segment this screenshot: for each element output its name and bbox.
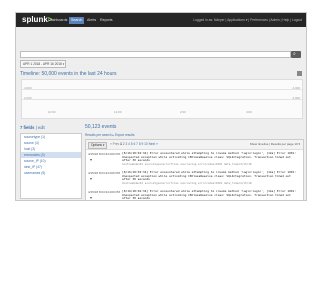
page-link[interactable]: 1 — [120, 142, 122, 146]
results-panel: Options ▾ « Prev 1 2 3 4 5 6 7 8 9 10 Ne… — [85, 139, 304, 201]
page-link[interactable]: 4 — [128, 142, 130, 146]
prev-page-link[interactable]: « Prev — [110, 142, 119, 146]
page-link[interactable]: 10 — [144, 142, 148, 146]
logo-text: splunk — [22, 15, 48, 24]
expand-event-icon[interactable]: ▾ — [90, 196, 92, 200]
next-page-link[interactable]: Next » — [149, 142, 158, 146]
time-range-picker[interactable]: APR 1 2018 - APR 16 2018 ▾ — [20, 60, 66, 68]
page-link[interactable]: 6 — [133, 142, 135, 146]
search-input[interactable] — [20, 51, 291, 58]
event-fields[interactable]: host=webdev01 sourcetype=errorfiles sour… — [122, 182, 300, 186]
event-row: 4/15/18 8:04:34.000 PM ▾ [8/16/18:04:34]… — [86, 170, 303, 188]
x-tick-label: 10:00 — [48, 110, 56, 114]
splunk-window: splunk> Dashboards Search Alerts Reports… — [15, 12, 307, 201]
expand-event-icon[interactable]: ▾ — [90, 177, 92, 181]
results-display-options[interactable]: Show timeline | Results per page 10 ▾ — [250, 142, 300, 147]
x-tick-label: 4:00 — [246, 110, 252, 114]
event-fields[interactable]: host=webdev01 sourcetype=errorfiles sour… — [122, 163, 300, 167]
x-tick-label: 12:00 — [114, 110, 122, 114]
app-menu-alerts[interactable]: Alerts — [85, 17, 98, 24]
search-icon: ⌕ — [293, 51, 296, 57]
page-link[interactable]: 9 — [141, 142, 143, 146]
event-row: 4/15/18 8:04:34.000 PM ▾ [8/16/18:04:34]… — [86, 151, 303, 169]
timeline-chart[interactable]: 4,000 2,000 4,000 2,000 10:00 12:00 2:00… — [21, 79, 303, 119]
top-nav-bar: splunk> Dashboards Search Alerts Reports… — [16, 13, 306, 27]
results-toolbar: Options ▾ « Prev 1 2 3 4 5 6 7 8 9 10 Ne… — [86, 140, 303, 150]
y-tick-label-right: 4,000 — [292, 86, 300, 90]
fields-count: 7 fields — [20, 125, 35, 130]
gridline — [22, 99, 302, 100]
timeline-format-icon[interactable] — [297, 71, 302, 76]
expand-event-icon[interactable]: ▾ — [90, 158, 92, 162]
event-text: [8/16/18:04:34] Error encountered while … — [122, 189, 298, 201]
fields-header: 7 fields | edit — [20, 124, 80, 132]
app-menu-reports[interactable]: Reports — [98, 17, 115, 24]
fields-sidebar: sourcetype (1) source (4) host (3) error… — [20, 133, 82, 199]
event-time: 4/15/18 8:04:34.000 PM — [88, 152, 121, 156]
y-tick-label: 4,000 — [24, 86, 32, 90]
fields-edit-link[interactable]: | edit — [36, 125, 45, 130]
app-menu-dashboards[interactable]: Dashboards — [46, 17, 69, 24]
timeline-title: Timeline: 50,000 events in the last 24 h… — [20, 71, 117, 77]
y-tick-label-right: 2,000 — [292, 96, 300, 100]
event-text: [8/16/18:04:34] Error encountered while … — [122, 151, 298, 163]
event-time: 4/15/18 8:04:34.000 PM — [88, 190, 121, 194]
y-tick-label: 2,000 — [24, 96, 32, 100]
field-item[interactable]: usernames (5) — [21, 170, 81, 176]
results-links[interactable]: Results per search ▸ Export results — [85, 133, 134, 138]
results-count-title: 50,123 events — [85, 124, 117, 130]
event-row: 4/15/18 8:04:34.000 PM ▾ [8/16/18:04:34]… — [86, 189, 303, 201]
user-links[interactable]: Logged in as: Ndeyer | Applications ▾ | … — [193, 17, 302, 23]
x-tick-label: 2:00 — [180, 110, 186, 114]
pagination: « Prev 1 2 3 4 5 6 7 8 9 10 Next » — [110, 142, 158, 147]
gridline — [22, 89, 302, 90]
event-text: [8/16/18:04:34] Error encountered while … — [122, 170, 298, 182]
page-link[interactable]: 7 — [136, 142, 138, 146]
page-link[interactable]: 3 — [125, 142, 127, 146]
event-time: 4/15/18 8:04:34.000 PM — [88, 171, 121, 175]
search-button[interactable]: ⌕ — [291, 51, 301, 58]
options-button[interactable]: Options ▾ — [88, 142, 108, 149]
app-menu-search[interactable]: Search — [69, 17, 85, 24]
